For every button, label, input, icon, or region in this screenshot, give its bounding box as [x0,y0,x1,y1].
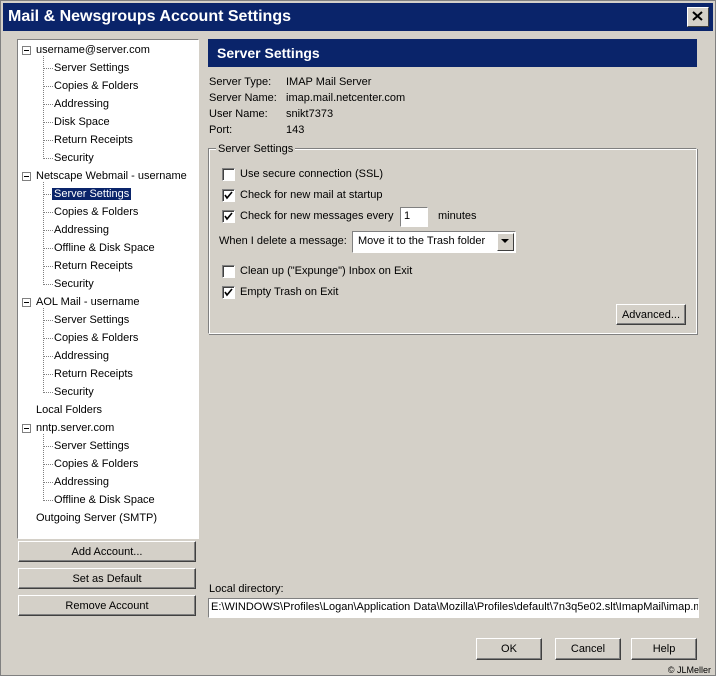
collapse-toggle-icon[interactable] [22,298,31,307]
tree-account-item[interactable]: Netscape Webmail - username [36,168,187,185]
tree-item-label: Security [54,278,94,290]
check-startup-checkbox[interactable] [222,189,235,202]
account-settings-window: Mail & Newsgroups Account Settings usern… [0,0,716,676]
remove-account-button[interactable]: Remove Account [18,595,196,616]
tree-settings-item[interactable]: Security [52,276,96,293]
tree-settings-item[interactable]: Addressing [52,348,111,365]
tree-item-label: Server Settings [52,188,132,200]
empty-trash-label: Empty Trash on Exit [240,286,339,298]
tree-settings-item[interactable]: Copies & Folders [52,78,140,95]
tree-item-label: Security [54,152,94,164]
check-every-label: Check for new messages every [240,210,394,222]
close-button[interactable] [687,7,709,27]
tree-settings-item[interactable]: Security [52,150,96,167]
tree-item-label: Security [54,386,94,398]
tree-settings-item[interactable]: Copies & Folders [52,330,140,347]
tree-item-label: Disk Space [54,116,110,128]
local-directory-input[interactable]: E:\WINDOWS\Profiles\Logan\Application Da… [208,598,699,618]
tree-item-label: Addressing [54,476,110,488]
copyright-text: © JLMeller [667,665,711,675]
tree-item-label: Offline & Disk Space [54,242,155,254]
tree-item-label: Copies & Folders [54,80,139,92]
tree-settings-item[interactable]: Server Settings [52,60,131,77]
tree-item-label: Copies & Folders [54,206,139,218]
check-startup-label: Check for new mail at startup [240,189,383,201]
tree-item-label: Offline & Disk Space [54,494,155,506]
window-title: Mail & Newsgroups Account Settings [8,8,291,25]
tree-settings-item[interactable]: Return Receipts [52,258,135,275]
set-as-default-button[interactable]: Set as Default [18,568,196,589]
tree-item-label: Server Settings [54,314,130,326]
tree-item-label: Server Settings [54,440,130,452]
panel-header: Server Settings [208,39,697,67]
checkmark-icon [224,288,233,297]
collapse-toggle-icon[interactable] [22,172,31,181]
tree-settings-item[interactable]: Offline & Disk Space [52,240,157,257]
tree-settings-item[interactable]: Offline & Disk Space [52,492,157,509]
ssl-label: Use secure connection (SSL) [240,168,384,180]
checkmark-icon [224,212,233,221]
tree-item-label: Return Receipts [54,260,133,272]
delete-message-label: When I delete a message: [219,235,347,247]
dropdown-arrow-button[interactable] [497,233,514,251]
tree-settings-item[interactable]: Copies & Folders [52,204,140,221]
expunge-label: Clean up ("Expunge") Inbox on Exit [240,265,413,277]
advanced-button[interactable]: Advanced... [616,304,686,325]
collapse-toggle-icon[interactable] [22,46,31,55]
tree-settings-item[interactable]: Copies & Folders [52,456,140,473]
help-button[interactable]: Help [631,638,697,660]
chevron-down-icon [501,239,509,243]
tree-settings-item[interactable]: Disk Space [52,114,112,131]
tree-item-label: Copies & Folders [54,458,139,470]
tree-account-item[interactable]: AOL Mail - username [36,294,140,311]
tree-item-label: Addressing [54,98,110,110]
local-directory-label: Local directory: [209,583,284,595]
minutes-label: minutes [438,210,477,222]
empty-trash-checkbox[interactable] [222,286,235,299]
tree-account-item[interactable]: nntp.server.com [36,420,114,437]
tree-settings-item[interactable]: Server Settings [52,186,132,203]
check-interval-input[interactable]: 1 [400,207,428,227]
tree-settings-item[interactable]: Return Receipts [52,366,135,383]
cancel-button[interactable]: Cancel [555,638,621,660]
title-bar[interactable]: Mail & Newsgroups Account Settings [3,3,713,31]
tree-connector-line [43,182,44,285]
tree-settings-item[interactable]: Server Settings [52,312,131,329]
account-tree[interactable]: username@server.com Server Settings Copies… [17,39,199,539]
tree-item-label: Return Receipts [54,134,133,146]
tree-account-item[interactable]: Outgoing Server (SMTP) [36,510,157,527]
add-account-button[interactable]: Add Account... [18,541,196,562]
tree-account-item[interactable]: Local Folders [36,402,102,419]
collapse-toggle-icon[interactable] [22,424,31,433]
tree-settings-item[interactable]: Addressing [52,474,111,491]
expunge-checkbox[interactable] [222,265,235,278]
server-settings-group-label: Server Settings [216,142,296,156]
ok-button[interactable]: OK [476,638,542,660]
tree-connector-line [43,434,44,501]
tree-settings-item[interactable]: Addressing [52,222,111,239]
delete-action-select[interactable]: Move it to the Trash folder [352,231,516,253]
tree-item-label: Return Receipts [54,368,133,380]
tree-settings-item[interactable]: Security [52,384,96,401]
tree-settings-item[interactable]: Addressing [52,96,111,113]
tree-item-label: Addressing [54,350,110,362]
tree-settings-item[interactable]: Return Receipts [52,132,135,149]
tree-settings-item[interactable]: Server Settings [52,438,131,455]
tree-connector-line [43,56,44,159]
check-every-checkbox[interactable] [222,210,235,223]
tree-item-label: Server Settings [54,62,130,74]
ssl-checkbox[interactable] [222,168,235,181]
close-icon [692,11,703,21]
tree-account-item[interactable]: username@server.com [36,42,150,59]
tree-item-label: Addressing [54,224,110,236]
tree-item-label: Copies & Folders [54,332,139,344]
checkmark-icon [224,191,233,200]
